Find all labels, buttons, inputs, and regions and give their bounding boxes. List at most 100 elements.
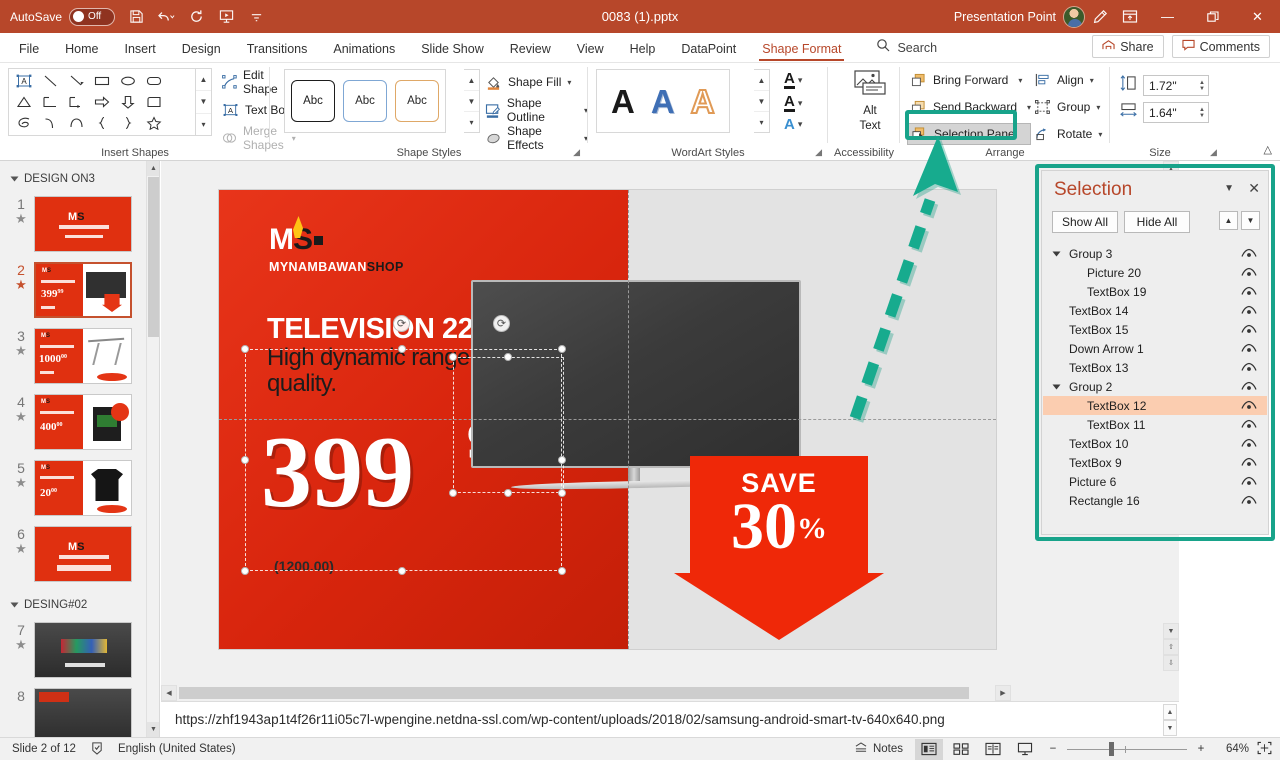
thumbnail-slide-3[interactable]: 3 ★ MS 100000 bbox=[0, 323, 159, 389]
list-item[interactable]: TextBox 11 bbox=[1043, 415, 1267, 434]
slide-preview[interactable]: MS bbox=[34, 526, 132, 582]
tab-help[interactable]: Help bbox=[617, 38, 669, 62]
spellcheck-icon[interactable] bbox=[90, 741, 104, 758]
tab-slide-show[interactable]: Slide Show bbox=[408, 38, 497, 62]
expand-caret-icon[interactable] bbox=[1052, 384, 1061, 389]
width-spinner[interactable]: ▲ ▼ bbox=[1199, 107, 1205, 119]
close-icon[interactable]: ✕ bbox=[1248, 180, 1260, 197]
canvas-scroll-left-icon[interactable]: ◀ bbox=[161, 685, 177, 701]
tab-view[interactable]: View bbox=[564, 38, 617, 62]
wordart-preset-2[interactable]: A bbox=[651, 85, 675, 118]
alt-text-url-bar[interactable]: https://zhf1943ap1t4f26r11i05c7l-wpengin… bbox=[161, 701, 1179, 737]
text-outline-button[interactable]: A ▾ bbox=[784, 94, 802, 112]
chevron-down-icon[interactable]: ▾ bbox=[567, 78, 571, 87]
resize-handle[interactable] bbox=[241, 456, 249, 464]
shape-curve-icon[interactable] bbox=[37, 112, 63, 133]
hide-all-button[interactable]: Hide All bbox=[1124, 211, 1190, 233]
resize-handle[interactable] bbox=[558, 567, 566, 575]
slide-preview[interactable]: MS 39999 bbox=[34, 262, 132, 318]
thumbnail-slide-2[interactable]: 2 ★ MS 39999 bbox=[0, 257, 159, 323]
undo-icon[interactable] bbox=[151, 3, 181, 31]
thumbnail-panel-scrollbar[interactable]: ▲ ▼ bbox=[146, 161, 159, 737]
visibility-eye-icon[interactable] bbox=[1241, 457, 1257, 468]
collapse-ribbon-button[interactable]: △ bbox=[1264, 143, 1272, 156]
shape-gallery-scrollbar[interactable]: ▲ ▼ ▾ bbox=[196, 68, 212, 136]
send-backward-icon[interactable]: ▼ bbox=[1241, 211, 1260, 230]
thumb-scroll-up-icon[interactable]: ▲ bbox=[147, 161, 159, 176]
chevron-down-icon[interactable]: ▾ bbox=[1090, 76, 1094, 85]
notes-button[interactable]: Notes bbox=[854, 741, 903, 757]
send-backward-button[interactable]: Send Backward ▾ bbox=[910, 96, 1031, 118]
next-slide-button[interactable]: ⇩ bbox=[1163, 655, 1179, 671]
gallery-scroll-up-icon[interactable]: ▲ bbox=[196, 69, 211, 92]
visibility-eye-icon[interactable] bbox=[1241, 267, 1257, 278]
tab-review[interactable]: Review bbox=[497, 38, 564, 62]
autosave-toggle[interactable]: Off bbox=[69, 7, 116, 26]
styles-scroll-up-icon[interactable]: ▲ bbox=[464, 70, 479, 91]
visibility-eye-icon[interactable] bbox=[1241, 305, 1257, 316]
redo-icon[interactable] bbox=[181, 3, 211, 31]
tab-design[interactable]: Design bbox=[169, 38, 234, 62]
list-item[interactable]: TextBox 9 bbox=[1043, 453, 1267, 472]
slide-canvas[interactable]: MS MYNAMBAWANSHOP TELEVISION 22” High dy… bbox=[161, 161, 1179, 701]
shape-down-arrow-icon[interactable] bbox=[115, 92, 141, 113]
list-item[interactable]: TextBox 14 bbox=[1043, 301, 1267, 320]
styles-scroll-down-icon[interactable]: ▼ bbox=[464, 91, 479, 112]
shape-style-preset-2[interactable]: Abc bbox=[343, 80, 387, 122]
shape-outline-button[interactable]: Shape Outline ▾ bbox=[485, 96, 588, 124]
shape-line-icon[interactable] bbox=[37, 71, 63, 92]
visibility-eye-icon[interactable] bbox=[1241, 495, 1257, 506]
ink-pen-icon[interactable] bbox=[1085, 3, 1115, 31]
save-arrow-shape[interactable]: SAVE 30% bbox=[674, 456, 884, 640]
wordart-preset-3[interactable]: A bbox=[690, 84, 716, 119]
shape-right-brace-icon[interactable] bbox=[115, 112, 141, 133]
shape-arc-icon[interactable] bbox=[63, 112, 89, 133]
height-spinner[interactable]: ▲ ▼ bbox=[1199, 80, 1205, 92]
thumb-scroll-handle[interactable] bbox=[148, 177, 159, 337]
shape-styles-gallery[interactable]: Abc Abc Abc bbox=[284, 69, 446, 133]
visibility-eye-icon[interactable] bbox=[1241, 381, 1257, 392]
tab-transitions[interactable]: Transitions bbox=[234, 38, 321, 62]
shape-triangle-icon[interactable] bbox=[11, 92, 37, 113]
visibility-eye-icon[interactable] bbox=[1241, 419, 1257, 430]
tab-insert[interactable]: Insert bbox=[112, 38, 169, 62]
reading-view-icon[interactable] bbox=[979, 739, 1007, 760]
shape-right-arrow-icon[interactable] bbox=[89, 92, 115, 113]
rotate-button[interactable]: Rotate ▾ bbox=[1034, 123, 1102, 145]
shape-elbow-connector-icon[interactable] bbox=[37, 92, 63, 113]
pane-options-icon[interactable]: ▼ bbox=[1224, 183, 1234, 194]
bring-forward-icon[interactable]: ▲ bbox=[1219, 211, 1238, 230]
visibility-eye-icon[interactable] bbox=[1241, 343, 1257, 354]
shape-style-preset-3[interactable]: Abc bbox=[395, 80, 439, 122]
rotate-handle[interactable]: ⟳ bbox=[393, 315, 410, 332]
tab-shape-format[interactable]: Shape Format bbox=[749, 38, 854, 62]
ribbon-display-options-icon[interactable] bbox=[1115, 3, 1145, 31]
save-icon[interactable] bbox=[121, 3, 151, 31]
zoom-handle[interactable] bbox=[1109, 742, 1114, 756]
slide-preview[interactable]: MS 40000 bbox=[34, 394, 132, 450]
resize-handle[interactable] bbox=[398, 345, 406, 353]
group-button[interactable]: Group ▾ bbox=[1034, 96, 1102, 118]
gallery-more-icon[interactable]: ▾ bbox=[196, 114, 211, 135]
shape-gallery[interactable]: A bbox=[8, 68, 196, 136]
selection-pane-list[interactable]: Group 3 Picture 20 TextBox 19 TextBox 14… bbox=[1043, 244, 1267, 533]
wordart-scroll-up-icon[interactable]: ▲ bbox=[754, 70, 769, 91]
list-item[interactable]: Group 2 bbox=[1043, 377, 1267, 396]
language-indicator[interactable]: English (United States) bbox=[118, 743, 236, 755]
resize-handle[interactable] bbox=[241, 567, 249, 575]
resize-handle[interactable] bbox=[449, 353, 457, 361]
chevron-down-icon[interactable]: ▾ bbox=[798, 119, 803, 130]
close-button[interactable]: ✕ bbox=[1235, 0, 1280, 33]
list-item[interactable]: TextBox 15 bbox=[1043, 320, 1267, 339]
chevron-down-icon[interactable]: ▾ bbox=[798, 98, 803, 109]
search-box[interactable]: Search bbox=[876, 38, 937, 62]
slide-counter[interactable]: Slide 2 of 12 bbox=[12, 743, 76, 755]
url-scroll-up-icon[interactable]: ▲ bbox=[1163, 704, 1177, 720]
wordart-scroll-down-icon[interactable]: ▼ bbox=[754, 91, 769, 112]
size-dialog-launcher[interactable]: ◢ bbox=[1210, 147, 1217, 158]
thumbnail-slide-6[interactable]: 6 ★ MS bbox=[0, 521, 159, 587]
canvas-hscroll-handle[interactable] bbox=[179, 687, 969, 699]
slide-preview[interactable] bbox=[34, 622, 132, 678]
list-item[interactable]: TextBox 13 bbox=[1043, 358, 1267, 377]
shape-effects-button[interactable]: Shape Effects ▾ bbox=[485, 124, 588, 152]
